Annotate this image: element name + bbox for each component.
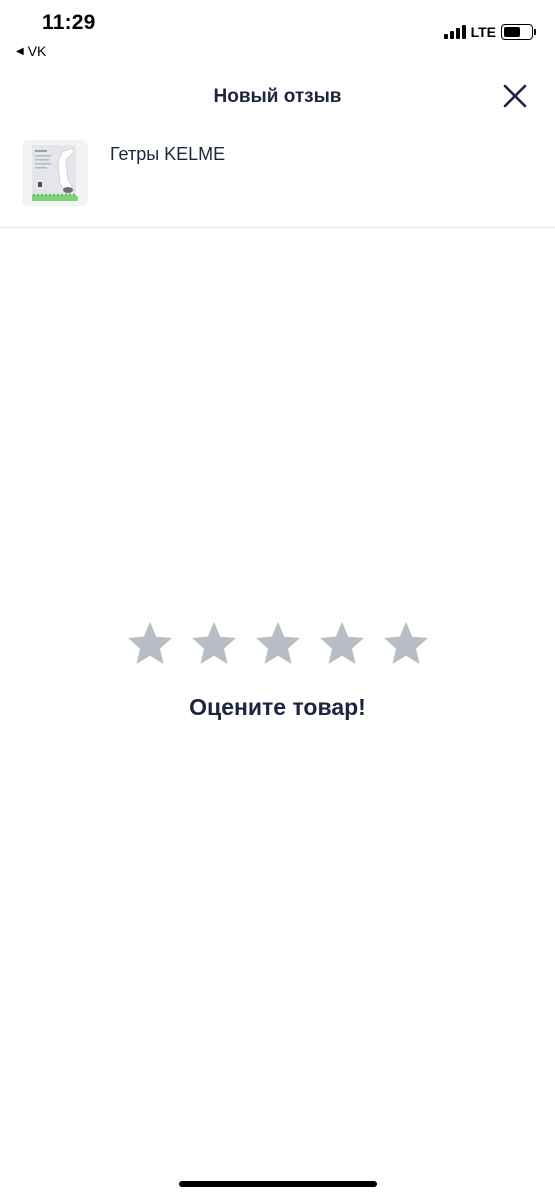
header: Новый отзыв <box>0 70 555 126</box>
status-time: 11:29 <box>42 11 96 34</box>
back-to-app-link[interactable]: ◀ VK <box>16 43 46 59</box>
product-row: Гетры KELME <box>0 128 555 228</box>
star-icon <box>255 622 300 664</box>
close-icon <box>503 84 527 108</box>
back-triangle-icon: ◀ <box>16 45 24 57</box>
star-3[interactable] <box>254 620 302 668</box>
product-name[interactable]: Гетры KELME <box>110 144 225 165</box>
battery-icon <box>501 24 536 40</box>
status-indicators: LTE <box>443 24 536 40</box>
star-4[interactable] <box>318 620 366 668</box>
star-2[interactable] <box>190 620 238 668</box>
review-screen: 11:29 ◀ VK LTE Новый отзыв Гетры KELME О… <box>0 0 555 1200</box>
network-type: LTE <box>470 24 496 40</box>
star-icon <box>319 622 364 664</box>
star-rating <box>0 620 555 668</box>
status-bar: 11:29 ◀ VK LTE <box>0 0 555 70</box>
rating-prompt: Оцените товар! <box>189 694 366 720</box>
rating-section: Оцените товар! <box>0 620 555 721</box>
signal-strength-icon <box>443 25 466 39</box>
page-title: Новый отзыв <box>213 86 342 107</box>
star-icon <box>383 622 428 664</box>
star-icon <box>127 622 172 664</box>
back-app-label: VK <box>27 43 47 59</box>
star-1[interactable] <box>126 620 174 668</box>
star-icon <box>191 622 236 664</box>
product-image <box>22 140 88 206</box>
battery-level <box>504 27 520 37</box>
home-indicator[interactable] <box>179 1181 377 1187</box>
star-5[interactable] <box>382 620 430 668</box>
close-button[interactable] <box>501 82 529 110</box>
